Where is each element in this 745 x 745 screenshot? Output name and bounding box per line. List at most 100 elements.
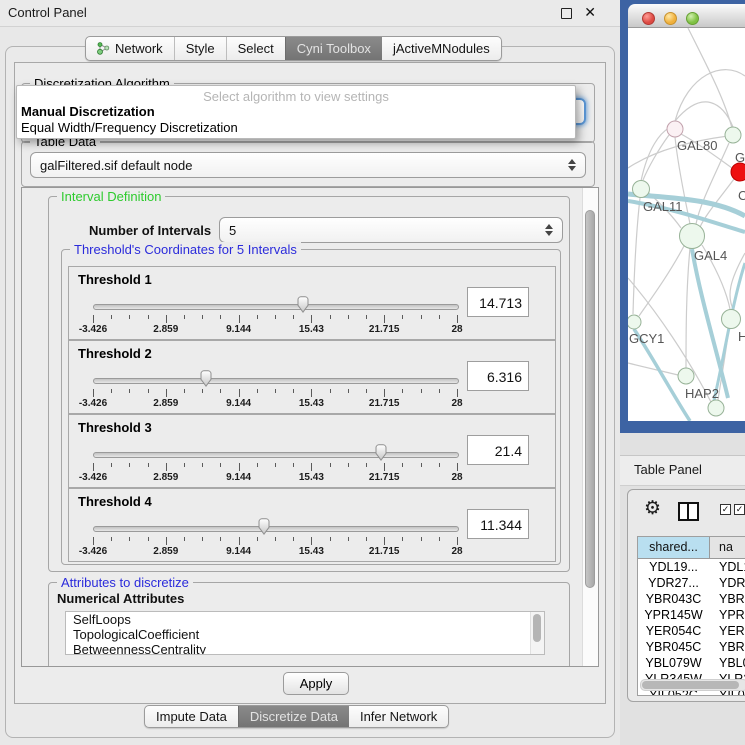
table-row[interactable]: YER054CYER0 (638, 623, 745, 639)
spinner-arrows-icon[interactable] (568, 159, 576, 171)
cell-name[interactable]: YDR2 (710, 575, 745, 591)
threshold-panel: Threshold 2-3.4262.8599.14415.4321.71528… (68, 340, 556, 414)
threshold-value-field[interactable]: 21.4 (467, 435, 529, 465)
slider-track[interactable] (93, 452, 459, 458)
axis-tick (275, 315, 276, 319)
gear-icon[interactable]: ⚙ (644, 499, 661, 519)
slider-handle[interactable] (198, 370, 214, 388)
axis-tick (402, 315, 403, 319)
tab-jactivemnodules[interactable]: jActiveMNodules (382, 37, 501, 60)
column-header-name[interactable]: na (710, 537, 745, 558)
attribute-list-item[interactable]: TopologicalCoefficient (66, 627, 544, 642)
threshold-value-field[interactable]: 14.713 (467, 287, 529, 317)
attribute-list-item[interactable]: SelfLoops (66, 612, 544, 627)
axis-tick (348, 315, 349, 319)
close-traffic-light-icon[interactable] (642, 12, 655, 25)
cell-name[interactable]: YDL1 (710, 559, 745, 575)
tab-cyni-toolbox[interactable]: Cyni Toolbox (285, 37, 382, 60)
axis-tick (93, 389, 94, 397)
table-hscrollbar[interactable] (640, 679, 745, 691)
network-node[interactable] (680, 224, 705, 249)
cell-name[interactable]: YBL0 (710, 655, 745, 671)
slider-handle[interactable] (256, 518, 272, 536)
cell-name[interactable]: YER0 (710, 623, 745, 639)
table-header-row: shared... na (638, 537, 745, 559)
cell-shared-name[interactable]: YDR27... (638, 575, 710, 591)
network-node[interactable] (725, 127, 741, 143)
threshold-value-field[interactable]: 11.344 (467, 509, 529, 539)
tab-impute-data[interactable]: Impute Data (145, 706, 238, 727)
attribute-list-item[interactable]: BetweennessCentrality (66, 642, 544, 655)
network-node[interactable] (667, 121, 683, 137)
threshold-value-field[interactable]: 6.316 (467, 361, 529, 391)
discretize-content: Discretization Algorithm Select algorith… (14, 62, 606, 704)
threshold-coordinates-group: Threshold's Coordinates for 5 Intervals … (61, 249, 561, 565)
axis-tick (330, 537, 331, 541)
attributes-list[interactable]: SelfLoopsTopologicalCoefficientBetweenne… (65, 611, 545, 655)
table-row[interactable]: YBL079WYBL0 (638, 655, 745, 671)
hscrollbar-thumb[interactable] (642, 681, 739, 689)
cell-name[interactable]: YPR1 (710, 607, 745, 623)
list-scrollbar[interactable] (530, 612, 544, 654)
list-scrollbar-thumb[interactable] (533, 614, 541, 642)
slider-handle[interactable] (373, 444, 389, 462)
checkbox-icon[interactable]: ✓ (720, 504, 731, 515)
cell-shared-name[interactable]: YBR043C (638, 591, 710, 607)
tab-label: Impute Data (156, 706, 227, 727)
slider-handle[interactable] (295, 296, 311, 314)
axis-tick (202, 315, 203, 319)
network-node[interactable] (708, 400, 724, 416)
dropdown-option-equal-width[interactable]: Equal Width/Frequency Discretization (21, 120, 238, 136)
table-row[interactable]: YPR145WYPR1 (638, 607, 745, 623)
close-icon[interactable]: ✕ (584, 4, 596, 21)
column-header-shared-name[interactable]: shared... (638, 537, 710, 558)
slider-track[interactable] (93, 526, 459, 532)
tab-style[interactable]: Style (174, 37, 226, 60)
float-window-icon[interactable] (561, 8, 572, 19)
cell-shared-name[interactable]: YPR145W (638, 607, 710, 623)
slider-track[interactable] (93, 304, 459, 310)
table-row[interactable]: YDL19...YDL1 (638, 559, 745, 575)
table-row[interactable]: YBR043CYBR0 (638, 591, 745, 607)
num-intervals-spinner[interactable]: 5 (219, 217, 563, 243)
tab-label: Network (115, 38, 163, 59)
column-layout-icon[interactable] (678, 502, 699, 521)
axis-tick (439, 463, 440, 467)
axis-tick-label: 21.715 (369, 472, 400, 483)
cell-shared-name[interactable]: YBR045C (638, 639, 710, 655)
table-row[interactable]: YDR27...YDR2 (638, 575, 745, 591)
network-node[interactable] (633, 181, 650, 198)
cell-shared-name[interactable]: YDL19... (638, 559, 710, 575)
network-node[interactable] (731, 163, 745, 181)
table-data-combobox[interactable]: galFiltered.sif default node (30, 152, 586, 178)
tab-discretize-data[interactable]: Discretize Data (238, 706, 349, 727)
table-row[interactable]: YBR045CYBR0 (638, 639, 745, 655)
axis-tick (129, 315, 130, 319)
network-node[interactable] (722, 310, 741, 329)
apply-button[interactable]: Apply (283, 672, 349, 695)
tab-label: jActiveMNodules (393, 38, 490, 59)
axis-tick (220, 463, 221, 467)
dropdown-option-manual[interactable]: Manual Discretization (21, 104, 155, 120)
slider-track[interactable] (93, 378, 459, 384)
cell-shared-name[interactable]: YER054C (638, 623, 710, 639)
cell-name[interactable]: YBR0 (710, 591, 745, 607)
cell-shared-name[interactable]: YBL079W (638, 655, 710, 671)
network-node[interactable] (678, 368, 694, 384)
scrollpane-scrollbar[interactable] (582, 188, 598, 666)
network-canvas[interactable]: GAL80GACGAL11GAL4GCY1HHAP2 (628, 28, 745, 421)
tab-select[interactable]: Select (226, 37, 285, 60)
cell-name[interactable]: YBR0 (710, 639, 745, 655)
checkbox-icon[interactable]: ✓ (734, 504, 745, 515)
minimize-traffic-light-icon[interactable] (664, 12, 677, 25)
tab-network[interactable]: Network (86, 37, 174, 60)
scrollbar-thumb[interactable] (585, 210, 595, 588)
network-node[interactable] (628, 315, 641, 329)
tab-infer-network[interactable]: Infer Network (349, 706, 448, 727)
num-intervals-label: Number of Intervals (89, 223, 211, 238)
network-node-label: C (738, 188, 745, 203)
group-title: Interval Definition (57, 189, 165, 204)
spinner-arrows-icon[interactable] (545, 224, 553, 236)
zoom-traffic-light-icon[interactable] (686, 12, 699, 25)
network-window-titlebar[interactable] (628, 4, 745, 28)
